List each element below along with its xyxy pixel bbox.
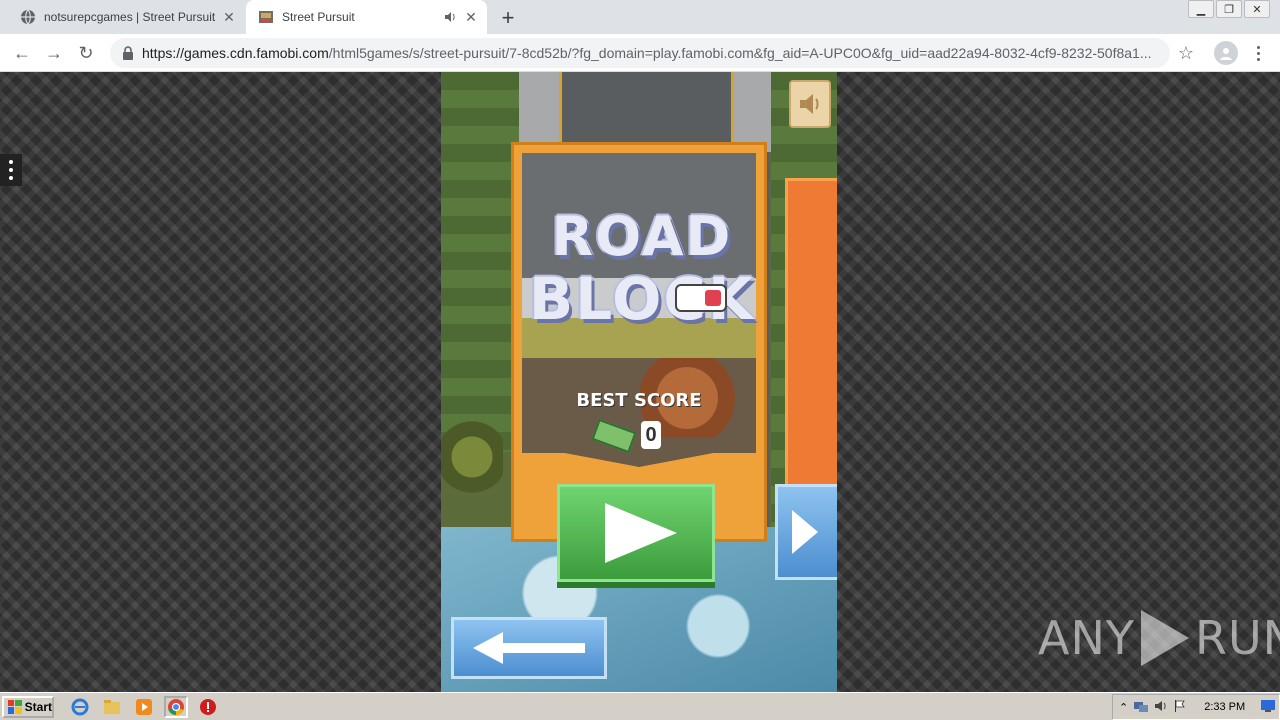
tab-close-icon[interactable]: ✕ <box>219 7 239 27</box>
next-level-button[interactable] <box>775 484 837 580</box>
quick-launch <box>68 695 220 718</box>
game-favicon-icon <box>258 9 274 25</box>
tab-street-pursuit[interactable]: Street Pursuit ✕ <box>246 0 487 34</box>
start-button[interactable]: Start <box>2 695 54 718</box>
game-logo-line2: BLOCK <box>529 265 755 333</box>
best-score-value: 0 <box>641 421 661 449</box>
tab-notsurepcgames[interactable]: notsurepcgames | Street Pursuit ✕ <box>0 0 245 34</box>
minimize-button[interactable]: ▁ <box>1188 0 1214 18</box>
tab-strip: notsurepcgames | Street Pursuit ✕ Street… <box>0 0 1280 34</box>
level-card: ROAD BLOCK <box>511 142 767 542</box>
sound-toggle-button[interactable] <box>789 80 831 128</box>
chrome-icon[interactable] <box>164 695 188 718</box>
watermark-play-icon <box>1140 610 1189 666</box>
internet-explorer-icon[interactable] <box>68 696 92 718</box>
car-icon <box>675 284 727 312</box>
page-background: ROAD BLOCK BEST SCORE 0 ANY RUN <box>0 72 1280 692</box>
show-desktop-icon[interactable] <box>1261 699 1276 715</box>
tab-title: Street Pursuit <box>282 10 355 24</box>
volume-icon[interactable] <box>1154 700 1168 715</box>
tab-close-icon[interactable]: ✕ <box>461 7 481 27</box>
bookmark-star-icon[interactable]: ☆ <box>1174 41 1198 65</box>
back-button[interactable] <box>451 617 607 679</box>
window-controls: ▁ ❐ ✕ <box>1186 0 1270 18</box>
watermark-right: RUN <box>1194 611 1280 665</box>
speaker-icon <box>800 94 819 114</box>
network-icon[interactable] <box>1134 700 1149 715</box>
url-text: https://games.cdn.famobi.com/html5games/… <box>142 45 1170 61</box>
game-canvas[interactable]: ROAD BLOCK BEST SCORE 0 <box>441 72 837 692</box>
play-icon <box>605 503 677 563</box>
system-tray: ⌃ 2:33 PM <box>1112 694 1280 720</box>
start-label: Start <box>24 699 52 714</box>
new-tab-button[interactable]: + <box>496 5 520 30</box>
side-menu-icon[interactable] <box>0 154 22 186</box>
windows-logo-icon <box>8 699 22 714</box>
lane-line <box>731 72 734 142</box>
clock[interactable]: 2:33 PM <box>1204 701 1245 713</box>
next-level-card <box>785 178 837 488</box>
lock-icon[interactable] <box>120 45 136 61</box>
url-path: /html5games/s/street-pursuit/7-8cd52b/?f… <box>328 45 1152 61</box>
chevron-right-icon <box>792 510 818 554</box>
reload-icon[interactable]: ↻ <box>74 41 98 65</box>
taskbar: Start ⌃ 2:33 PM <box>0 692 1280 720</box>
watermark-left: ANY <box>1038 611 1135 665</box>
browser-toolbar: ← → ↻ https://games.cdn.famobi.com/html5… <box>0 34 1280 72</box>
restore-button[interactable]: ❐ <box>1216 0 1242 18</box>
profile-avatar-icon[interactable] <box>1214 41 1238 65</box>
tab-title: notsurepcgames | Street Pursuit <box>44 10 216 24</box>
bush <box>441 417 503 497</box>
url-host: https://games.cdn.famobi.com <box>142 45 329 61</box>
lane-line <box>559 72 562 142</box>
audio-playing-icon[interactable] <box>441 8 459 26</box>
back-arrow-icon <box>473 632 585 664</box>
back-arrow-icon[interactable]: ← <box>10 41 34 65</box>
stop-sign-icon[interactable] <box>196 696 220 718</box>
browser-menu-icon[interactable] <box>1248 41 1268 65</box>
file-explorer-icon[interactable] <box>100 696 124 718</box>
globe-icon <box>20 9 36 25</box>
card-notch <box>522 445 756 467</box>
sidewalk <box>733 72 773 152</box>
sidewalk <box>519 72 561 152</box>
address-bar[interactable]: https://games.cdn.famobi.com/html5games/… <box>110 38 1170 68</box>
forward-arrow-icon[interactable]: → <box>42 41 66 65</box>
media-player-icon[interactable] <box>132 696 156 718</box>
flag-icon[interactable] <box>1174 699 1186 715</box>
best-score-label: BEST SCORE <box>576 390 702 411</box>
play-button[interactable] <box>557 484 715 582</box>
game-logo-line1: ROAD <box>551 205 733 268</box>
anyrun-watermark: ANY RUN <box>1038 610 1280 666</box>
tray-expand-icon[interactable]: ⌃ <box>1119 701 1128 714</box>
close-window-button[interactable]: ✕ <box>1244 0 1270 18</box>
